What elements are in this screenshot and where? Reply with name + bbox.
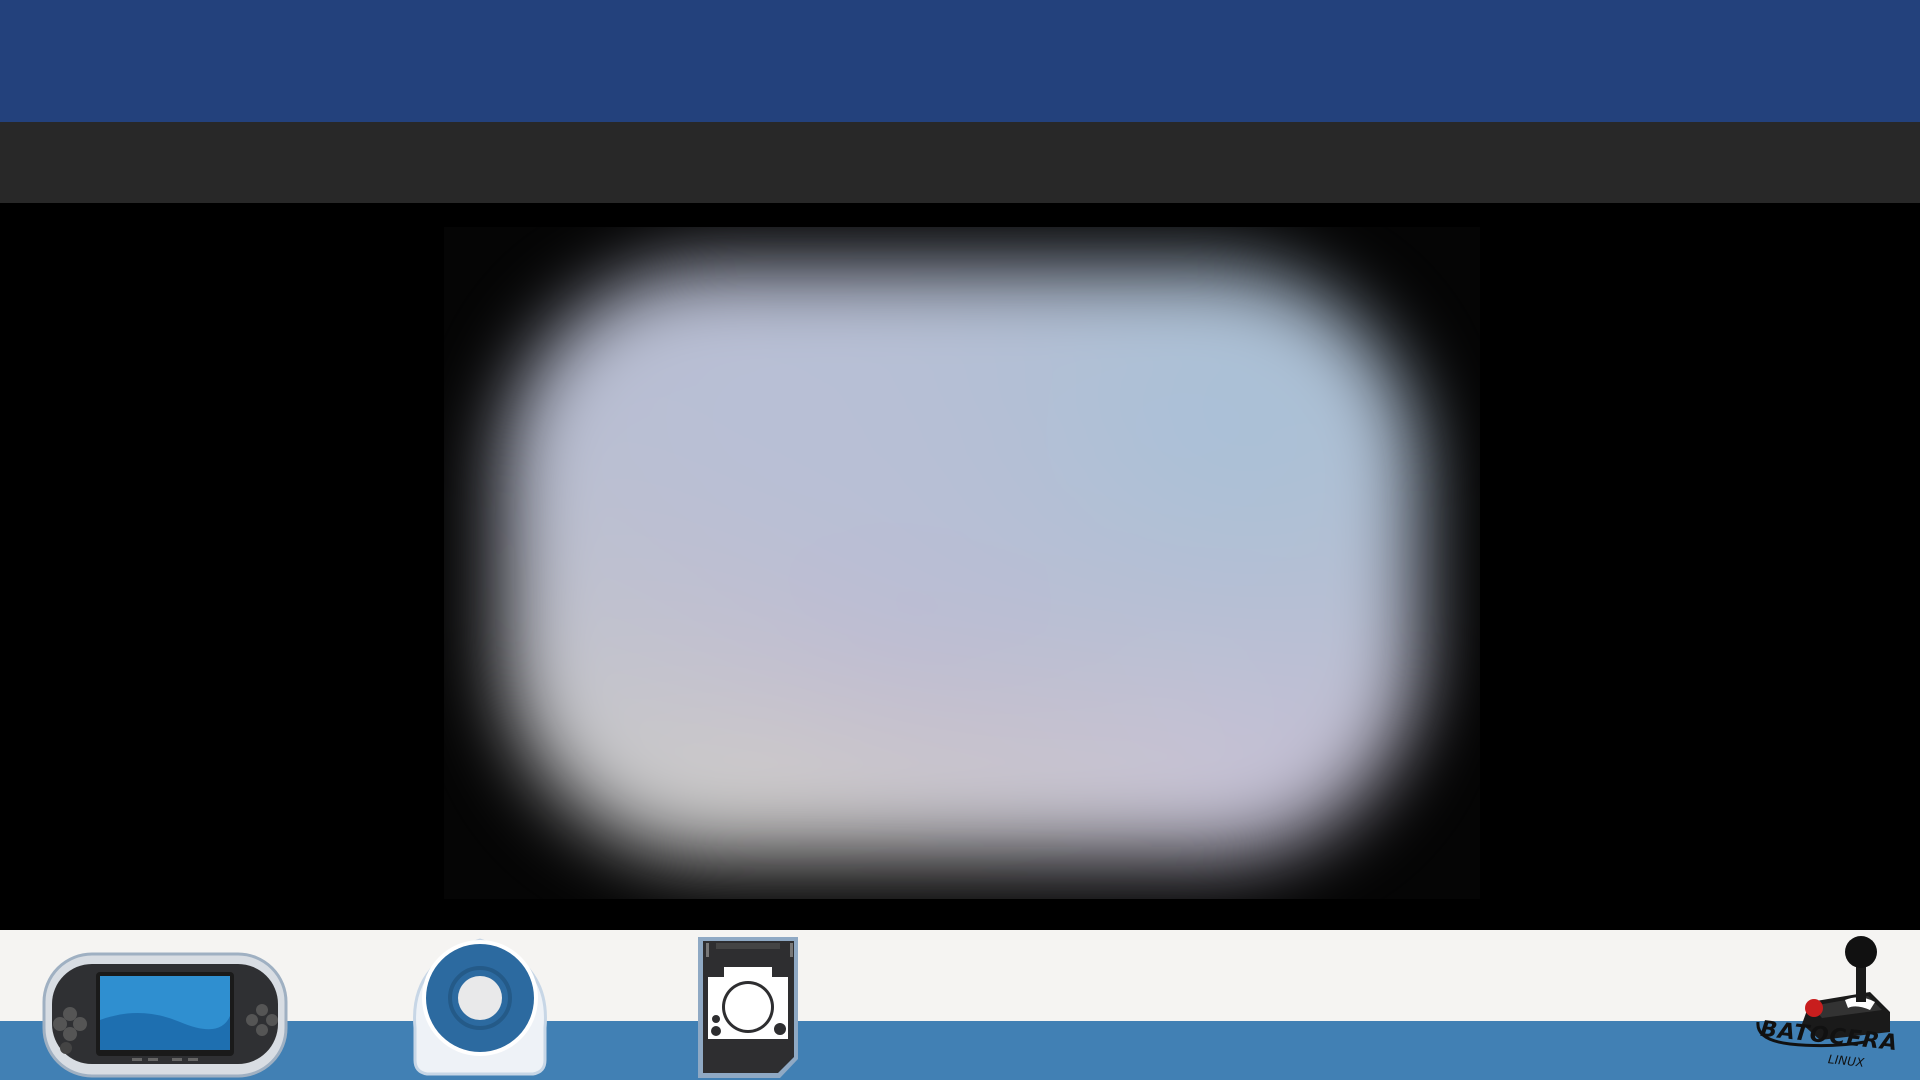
umd-disc-icon[interactable] (405, 932, 555, 1080)
video-blur-image (504, 267, 1420, 857)
preview-area (0, 203, 1920, 930)
psp-console-icon[interactable] (40, 950, 290, 1080)
header-sub-bar (0, 122, 1920, 203)
video-preview (444, 227, 1480, 899)
system-view: BATOCERA LINUX (0, 0, 1920, 1080)
batocera-logo: BATOCERA LINUX (1750, 932, 1910, 1077)
top-banner (0, 0, 1920, 122)
memory-stick-icon[interactable] (696, 935, 800, 1080)
